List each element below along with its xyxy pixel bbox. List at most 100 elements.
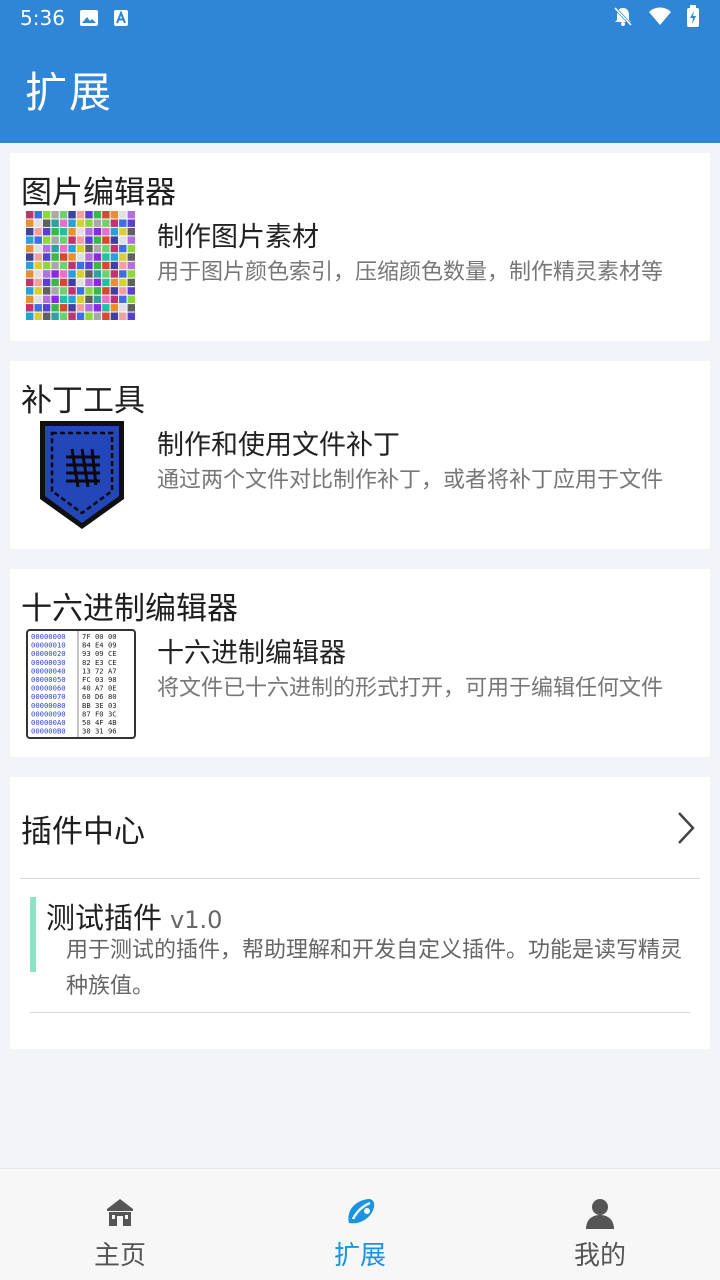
palette-swatch — [34, 312, 42, 320]
card-title: 补丁工具 — [21, 383, 145, 419]
palette-swatch — [26, 211, 34, 219]
palette-swatch — [110, 304, 119, 312]
palette-swatch — [93, 312, 102, 320]
palette-swatch — [76, 219, 85, 227]
palette-swatch — [102, 295, 110, 304]
palette-swatch — [93, 287, 102, 295]
palette-swatch — [51, 219, 59, 227]
palette-swatch — [34, 236, 42, 244]
battery-icon — [686, 4, 700, 32]
palette-swatch — [119, 236, 127, 244]
nav-label: 主页 — [93, 1241, 146, 1271]
palette-swatch — [26, 295, 34, 304]
palette-swatch — [34, 211, 42, 219]
palette-swatch — [127, 287, 135, 295]
palette-swatch — [119, 270, 127, 278]
palette-swatch — [59, 219, 68, 227]
item-title: 制作图片素材 — [157, 222, 319, 253]
palette-swatch — [42, 287, 51, 295]
palette-swatch — [127, 253, 135, 261]
palette-swatch — [59, 295, 68, 304]
palette-swatch — [59, 211, 68, 219]
wifi-icon — [648, 6, 672, 31]
palette-swatch — [127, 244, 135, 253]
palette-swatch — [76, 261, 85, 270]
palette-swatch — [85, 236, 93, 244]
palette-swatch — [68, 287, 76, 295]
palette-swatch — [59, 270, 68, 278]
palette-swatch — [76, 244, 85, 253]
divider — [30, 1012, 690, 1013]
palette-swatch — [68, 270, 76, 278]
image-editor-card[interactable]: 图片编辑器 制作图片素材 用于图片颜色索引，压缩颜色数量，制作精灵素材等 — [10, 153, 710, 341]
palette-swatch — [110, 295, 119, 304]
palette-swatch — [119, 312, 127, 320]
nav-home[interactable]: 主页 — [0, 1169, 240, 1280]
palette-swatch — [59, 261, 68, 270]
palette-swatch — [42, 253, 51, 261]
palette-swatch — [34, 278, 42, 287]
palette-swatch — [34, 287, 42, 295]
image-notification-icon — [79, 9, 99, 27]
palette-swatch — [127, 270, 135, 278]
palette-swatch — [110, 312, 119, 320]
palette-swatch — [34, 227, 42, 236]
palette-swatch — [42, 261, 51, 270]
palette-swatch — [85, 261, 93, 270]
palette-swatch — [102, 278, 110, 287]
plugin-name: 测试插件 v1.0 — [46, 895, 222, 937]
nav-me[interactable]: 我的 — [480, 1169, 720, 1280]
palette-swatch — [51, 211, 59, 219]
palette-swatch — [110, 211, 119, 219]
palette-swatch — [127, 219, 135, 227]
palette-swatch — [68, 304, 76, 312]
hex-editor-icon: 00000000 7F 00 00 00000010 84 E4 09 00000020… — [26, 629, 136, 739]
palette-swatch — [119, 211, 127, 219]
home-icon — [104, 1197, 136, 1233]
palette-swatch — [119, 244, 127, 253]
card-title: 图片编辑器 — [21, 175, 176, 211]
page-title: 扩展 — [25, 68, 114, 117]
palette-swatch — [119, 219, 127, 227]
palette-swatch — [26, 261, 34, 270]
palette-swatch — [85, 227, 93, 236]
palette-swatch — [76, 211, 85, 219]
patch-icon — [36, 419, 128, 529]
palette-swatch — [68, 236, 76, 244]
palette-swatch — [42, 211, 51, 219]
palette-swatch — [76, 304, 85, 312]
palette-swatch — [119, 287, 127, 295]
palette-swatch — [42, 236, 51, 244]
palette-swatch — [93, 236, 102, 244]
plugin-description: 用于测试的插件，帮助理解和开发自定义插件。功能是读写精灵种族值。 — [66, 938, 683, 999]
palette-swatch — [127, 236, 135, 244]
palette-swatch — [102, 287, 110, 295]
palette-swatch — [76, 295, 85, 304]
palette-swatch — [76, 236, 85, 244]
palette-swatch — [51, 253, 59, 261]
palette-swatch — [76, 287, 85, 295]
palette-swatch — [93, 211, 102, 219]
palette-swatch — [42, 219, 51, 227]
chevron-right-icon[interactable] — [676, 810, 696, 850]
palette-swatch — [51, 270, 59, 278]
palette-swatch — [59, 253, 68, 261]
status-bar: 5:36 — [0, 0, 720, 36]
palette-swatch — [42, 227, 51, 236]
nav-extensions[interactable]: 扩展 — [240, 1169, 480, 1280]
hex-editor-card[interactable]: 十六进制编辑器 00000000 7F 00 00 00000010 84 E4 09… — [10, 569, 710, 757]
palette-swatch — [51, 244, 59, 253]
palette-swatch — [76, 227, 85, 236]
palette-swatch — [26, 253, 34, 261]
item-title: 十六进制编辑器 — [157, 638, 346, 669]
palette-swatch — [119, 227, 127, 236]
item-description: 用于图片颜色索引，压缩颜色数量，制作精灵素材等 — [157, 260, 664, 285]
palette-swatch — [93, 295, 102, 304]
palette-swatch — [127, 312, 135, 320]
palette-swatch — [76, 270, 85, 278]
patch-tool-card[interactable]: 补丁工具 制作和使用文件补丁 通过两个文件对比制作补丁，或者将补丁应用于文件 — [10, 361, 710, 549]
palette-swatch — [26, 278, 34, 287]
nav-label: 扩展 — [333, 1241, 386, 1271]
plugin-center-header[interactable]: 插件中心 — [10, 777, 710, 879]
palette-swatch — [51, 236, 59, 244]
